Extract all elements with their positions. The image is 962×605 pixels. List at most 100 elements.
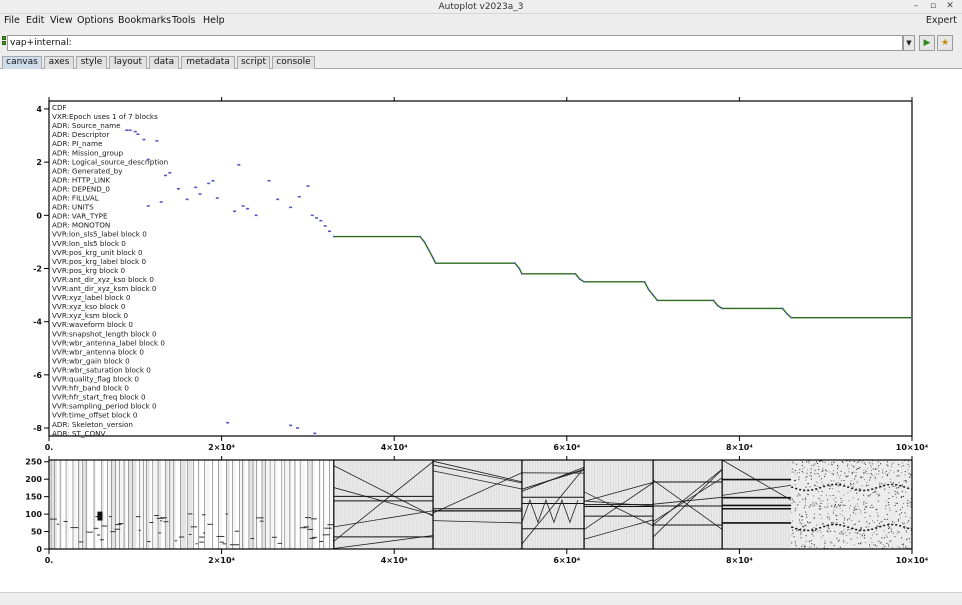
plot-canvas[interactable]: 0. 2×10⁴ 4×10⁴ 6×10⁴ 8×10⁴ 10×10⁴ 4 2 0 -2 -4 -6 -8 C… — [0, 69, 962, 592]
noise-dot — [874, 475, 876, 477]
tab-script[interactable]: script — [237, 56, 270, 69]
uri-input[interactable]: vap+internal: — [7, 35, 903, 51]
noise-dot — [839, 477, 841, 479]
scatter-point — [185, 198, 189, 201]
noise-dot — [879, 483, 881, 485]
scatter-point — [168, 171, 172, 174]
bottom-spectrogram-plot[interactable]: 0. 2×10⁴ 4×10⁴ 6×10⁴ 8×10⁴ 10×10⁴ 250 200 150 100… — [25, 456, 929, 565]
menu-edit[interactable]: Edit — [26, 15, 44, 26]
go-button[interactable]: ▶ — [919, 35, 935, 51]
noise-dot — [866, 470, 868, 472]
noise-dot — [791, 498, 793, 500]
uri-dropdown-button[interactable]: ▼ — [903, 35, 915, 51]
tab-canvas[interactable]: canvas — [2, 56, 42, 69]
cdf-annotation: ADR: ST_CONV — [52, 429, 106, 438]
noise-dot — [876, 533, 878, 535]
cdf-annotation: VVR:hfr_start_freq block 0 — [52, 393, 146, 402]
noise-dot — [846, 534, 848, 536]
noise-dot — [882, 469, 884, 471]
noise-dot — [860, 510, 862, 512]
noise-band-dot — [867, 529, 870, 531]
noise-dot — [791, 534, 793, 536]
menu-options[interactable]: Options — [77, 15, 114, 26]
noise-dot — [827, 513, 829, 515]
bottom-x-tick-label: 0. — [45, 556, 54, 565]
block-dot — [78, 541, 84, 543]
tab-axes[interactable]: axes — [44, 56, 74, 69]
noise-dot — [807, 521, 809, 523]
noise-dot — [867, 468, 869, 470]
noise-dot — [878, 494, 880, 496]
noise-dot — [791, 542, 793, 544]
noise-band-dot — [827, 484, 830, 487]
noise-dot — [863, 462, 865, 464]
noise-dot — [853, 461, 855, 463]
noise-dot — [835, 514, 837, 516]
tab-metadata[interactable]: metadata — [181, 56, 235, 69]
noise-dot — [889, 540, 891, 542]
noise-dot — [884, 473, 886, 475]
noise-dot — [886, 536, 888, 538]
block-bar — [248, 460, 254, 549]
block-dot — [63, 520, 68, 522]
minimize-icon[interactable]: – — [909, 1, 923, 13]
menu-file[interactable]: File — [4, 15, 20, 26]
tab-console[interactable]: console — [272, 56, 315, 69]
noise-band-dot — [791, 526, 794, 529]
noise-dot — [814, 463, 816, 465]
block-bar — [312, 460, 315, 549]
menu-tools[interactable]: Tools — [172, 15, 195, 26]
bottom-x-tick-label: 6×10⁴ — [553, 556, 580, 565]
noise-dot — [885, 534, 887, 536]
noise-dot — [854, 478, 856, 480]
expert-mode-label[interactable]: Expert — [926, 15, 957, 26]
block-dot — [219, 541, 225, 543]
block-bar — [169, 460, 172, 549]
noise-band-dot — [895, 484, 898, 486]
noise-dot — [827, 499, 829, 501]
tab-layout[interactable]: layout — [109, 56, 147, 69]
bookmark-button[interactable]: ★ — [937, 35, 953, 51]
noise-band-dot — [795, 487, 798, 490]
noise-dot — [812, 502, 814, 504]
noise-dot — [822, 484, 824, 486]
tab-style[interactable]: style — [76, 56, 107, 69]
noise-dot — [810, 468, 812, 470]
top-scatter-plot[interactable]: 0. 2×10⁴ 4×10⁴ 6×10⁴ 8×10⁴ 10×10⁴ 4 2 0 -2 -4 -6 -8 C… — [33, 97, 929, 452]
menu-bookmarks[interactable]: Bookmarks — [118, 15, 171, 26]
noise-band-dot — [903, 486, 906, 488]
cdf-annotation: VVR:quality_flag block 0 — [52, 375, 139, 384]
block-bar — [132, 460, 137, 549]
noise-dot — [857, 498, 859, 500]
block-dot — [156, 517, 165, 519]
noise-dot — [896, 475, 898, 477]
noise-dot — [874, 491, 876, 493]
noise-dot — [834, 531, 836, 533]
noise-dot — [854, 475, 856, 477]
noise-dot — [860, 542, 862, 544]
noise-dot — [892, 462, 894, 464]
bottom-x-tick-label: 10×10⁴ — [896, 556, 929, 565]
block-bar — [173, 460, 176, 549]
noise-dot — [887, 525, 889, 527]
menu-help[interactable]: Help — [203, 15, 225, 26]
cdf-annotation: VVR:lon_sls5_label block 0 — [52, 230, 147, 239]
scatter-point — [296, 427, 300, 429]
noise-dot — [824, 542, 826, 544]
noise-dot — [846, 519, 848, 521]
noise-dot — [871, 534, 873, 536]
noise-dot — [854, 508, 856, 510]
scatter-point — [164, 174, 168, 177]
restore-icon[interactable]: ▫ — [926, 1, 940, 13]
drag-grip-icon[interactable] — [2, 36, 6, 49]
noise-dot — [839, 546, 841, 548]
noise-dot — [890, 481, 892, 483]
noise-dot — [888, 504, 890, 506]
noise-dot — [793, 536, 795, 538]
top-y-tick-label: -6 — [33, 371, 42, 380]
tab-data[interactable]: data — [149, 56, 179, 69]
close-icon[interactable]: ✕ — [943, 1, 957, 13]
menu-view[interactable]: View — [50, 15, 73, 26]
canvas-pane[interactable]: 0. 2×10⁴ 4×10⁴ 6×10⁴ 8×10⁴ 10×10⁴ 4 2 0 -2 -4 -6 -8 C… — [0, 69, 962, 592]
noise-dot — [806, 469, 808, 471]
